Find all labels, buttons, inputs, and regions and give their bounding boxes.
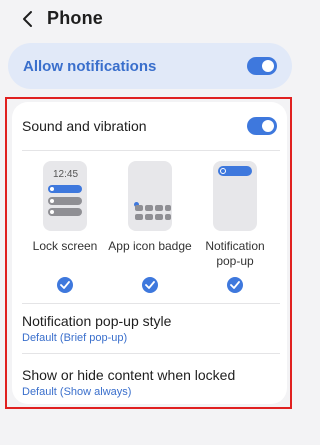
lock-screen-preview: 12:45 (43, 161, 87, 231)
preview-notification-bar (48, 185, 82, 193)
sound-vibration-toggle[interactable] (247, 117, 277, 135)
toggle-knob (262, 60, 274, 72)
back-arrow-icon[interactable] (18, 9, 38, 29)
allow-notifications-row[interactable]: Allow notifications (8, 43, 292, 89)
toggle-knob (262, 120, 274, 132)
divider (22, 353, 280, 354)
app-icon-badge-option[interactable]: App icon badge (108, 158, 192, 298)
lock-screen-option[interactable]: 12:45 Lock screen (29, 158, 101, 298)
lock-screen-label: Lock screen (32, 239, 98, 253)
popup-style-value: Default (Brief pop-up) (22, 332, 128, 344)
app-icon-badge-label: App icon badge (108, 239, 192, 253)
popup-style-title: Notification pop-up style (22, 313, 172, 329)
check-icon[interactable] (227, 277, 243, 293)
check-icon[interactable] (142, 277, 158, 293)
popup-bar (218, 166, 252, 176)
divider (22, 150, 280, 151)
notification-popup-preview (213, 161, 257, 231)
notification-settings-card: Sound and vibration 12:45 Lock screen Ap… (12, 102, 287, 404)
preview-time: 12:45 (53, 169, 79, 180)
allow-notifications-label: Allow notifications (23, 58, 157, 75)
divider (22, 303, 280, 304)
app-icon-badge-preview (128, 161, 172, 231)
allow-notifications-toggle[interactable] (247, 57, 277, 75)
preview-notification-bar (48, 197, 82, 205)
show-hide-content-value: Default (Show always) (22, 386, 132, 398)
preview-notification-bar (48, 208, 82, 216)
notification-popup-option[interactable]: Notification pop-up (199, 158, 271, 298)
check-icon[interactable] (57, 277, 73, 293)
sound-vibration-label: Sound and vibration (22, 118, 147, 134)
page-title: Phone (47, 8, 104, 28)
show-hide-content-title: Show or hide content when locked (22, 367, 236, 383)
app-header: Phone (0, 0, 300, 40)
notification-popup-label: Notification pop-up (205, 239, 265, 268)
